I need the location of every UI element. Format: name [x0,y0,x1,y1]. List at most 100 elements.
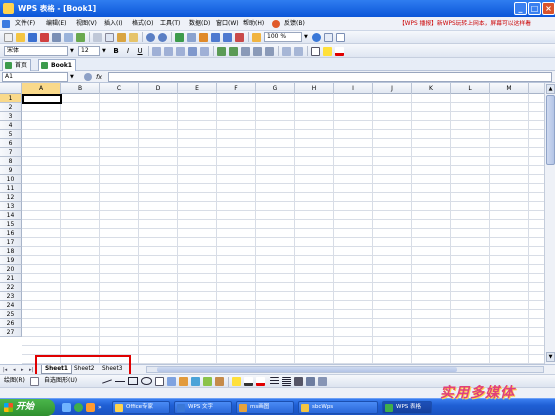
font-color-draw-icon[interactable] [256,377,265,386]
row-header-9[interactable]: 9 [0,166,22,175]
column-header-g[interactable]: G [256,83,295,94]
row-header-26[interactable]: 26 [0,319,22,328]
select-all-corner[interactable] [0,83,22,94]
insert-table-icon[interactable] [187,33,196,42]
task-pane-icon[interactable] [336,33,345,42]
name-box[interactable]: A1 [2,72,68,82]
export-pdf-icon[interactable] [40,33,49,42]
wrap-text-icon[interactable] [200,47,209,56]
borders-icon[interactable] [311,47,320,56]
menu-help[interactable]: 帮助(H) [243,19,264,29]
column-header-b[interactable]: B [61,83,100,94]
row-header-14[interactable]: 14 [0,211,22,220]
menu-edit[interactable]: 编辑(E) [46,19,66,29]
first-sheet-nav-icon[interactable]: |◂ [3,366,7,374]
row-header-25[interactable]: 25 [0,310,22,319]
draw-menu-button[interactable]: 绘图(R) [4,376,25,386]
align-left-icon[interactable] [152,47,161,56]
wordart-icon[interactable] [179,377,188,386]
fill-color-draw-icon[interactable] [232,377,241,386]
save-icon[interactable] [28,33,37,42]
menu-window[interactable]: 窗口(W) [216,19,239,29]
taskbar-button-wps-writer[interactable]: WPS 文字 [174,401,232,414]
sheet-tab-sheet2[interactable]: Sheet2 [71,365,97,374]
increase-decimal-icon[interactable] [253,47,262,56]
menu-feedback[interactable]: 反馈(B) [284,19,305,29]
row-header-13[interactable]: 13 [0,202,22,211]
column-header-h[interactable]: H [295,83,334,94]
row-header-8[interactable]: 8 [0,157,22,166]
row-header-2[interactable]: 2 [0,103,22,112]
align-center-icon[interactable] [164,47,173,56]
italic-button[interactable]: I [123,46,133,56]
close-button[interactable]: × [542,2,555,15]
undo-icon[interactable] [146,33,155,42]
row-header-21[interactable]: 21 [0,274,22,283]
menu-view[interactable]: 视图(V) [76,19,97,29]
row-header-18[interactable]: 18 [0,247,22,256]
hyperlink-icon[interactable] [175,33,184,42]
show-desktop-icon[interactable] [62,403,71,412]
last-sheet-nav-icon[interactable]: ▸| [29,366,33,374]
open-folder-icon[interactable] [16,33,25,42]
merge-center-icon[interactable] [188,47,197,56]
column-header-e[interactable]: E [178,83,217,94]
font-name-dropdown-icon[interactable]: ▼ [70,48,74,54]
arrow-style-icon[interactable] [294,377,303,386]
vertical-scrollbar[interactable]: ▲ ▼ [544,83,555,364]
spell-check-icon[interactable] [76,33,85,42]
column-header-m[interactable]: M [490,83,529,94]
find-function-icon[interactable] [84,73,92,81]
scroll-down-arrow-icon[interactable]: ▼ [546,352,555,362]
row-header-1[interactable]: 1 [0,94,22,103]
decrease-decimal-icon[interactable] [265,47,274,56]
sort-descending-icon[interactable] [223,33,232,42]
sum-icon[interactable] [199,33,208,42]
quicklaunch-app-icon[interactable] [74,403,83,412]
currency-format-icon[interactable] [217,47,226,56]
select-objects-icon[interactable] [30,377,39,386]
column-header-f[interactable]: F [217,83,256,94]
row-header-7[interactable]: 7 [0,148,22,157]
taskbar-button-folder[interactable]: sbcWps [298,401,378,414]
thousands-separator-icon[interactable] [241,47,250,56]
line-color-icon[interactable] [244,377,253,386]
redo-icon[interactable] [158,33,167,42]
font-color-icon[interactable] [335,47,344,56]
sheet-tab-sheet1[interactable]: Sheet1 [41,365,72,374]
minimize-button[interactable]: _ [514,2,527,15]
row-header-5[interactable]: 5 [0,130,22,139]
zoom-select[interactable]: 100 % [264,32,302,42]
autoshapes-button[interactable]: 自选图形(U) [44,376,77,386]
font-size-select[interactable]: 12 [78,46,100,56]
start-button[interactable]: 开始 [0,399,55,416]
row-header-11[interactable]: 11 [0,184,22,193]
menu-tools[interactable]: 工具(T) [160,19,180,29]
tab-book1[interactable]: Book1 [38,59,76,71]
increase-indent-icon[interactable] [294,47,303,56]
diagram-icon[interactable] [191,377,200,386]
row-header-17[interactable]: 17 [0,238,22,247]
horizontal-scrollbar[interactable] [146,366,544,373]
menu-format[interactable]: 格式(O) [132,19,153,29]
sort-ascending-icon[interactable] [211,33,220,42]
row-header-4[interactable]: 4 [0,121,22,130]
column-header-a[interactable]: A [22,83,61,94]
column-header-j[interactable]: J [373,83,412,94]
zoom-dropdown-icon[interactable]: ▼ [304,34,308,40]
fx-icon[interactable]: fx [96,71,102,83]
cut-icon[interactable] [93,33,102,42]
fill-color-icon[interactable] [323,47,332,56]
percent-format-icon[interactable] [229,47,238,56]
menu-file[interactable]: 文件(F) [15,19,35,29]
tab-home[interactable]: 首页 [2,59,32,71]
decrease-indent-icon[interactable] [282,47,291,56]
print-preview-icon[interactable] [64,33,73,42]
taskbar-button-office-expert[interactable]: Office专家 [112,401,170,414]
column-header-d[interactable]: D [139,83,178,94]
app-menu-icon[interactable] [2,20,10,28]
line-style-icon[interactable] [270,377,279,386]
column-header-c[interactable]: C [100,83,139,94]
print-icon[interactable] [52,33,61,42]
arrow-tool-icon[interactable] [115,381,125,382]
